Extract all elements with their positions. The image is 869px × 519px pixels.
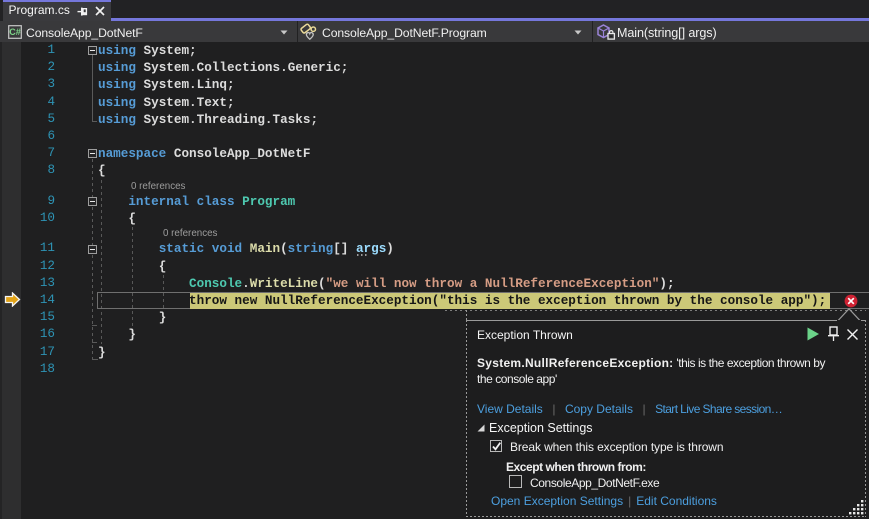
svg-text:C#: C# xyxy=(9,27,21,37)
